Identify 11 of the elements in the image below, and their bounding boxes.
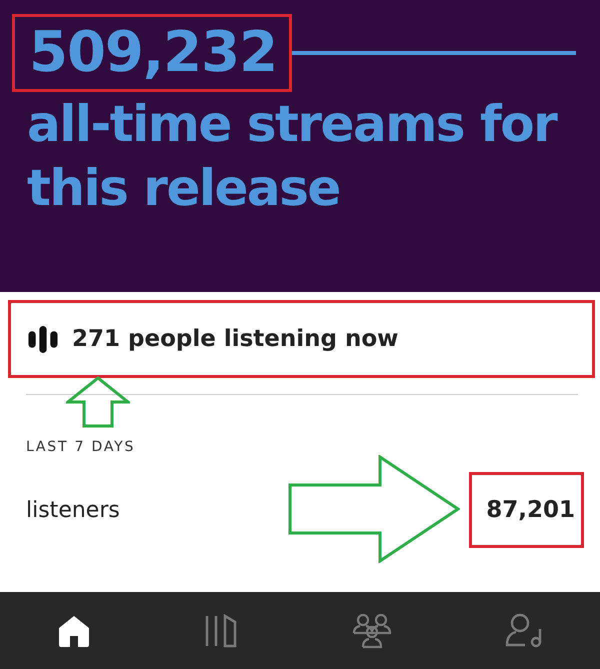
live-listeners-text: 271 people listening now (72, 326, 398, 352)
artist-icon (505, 612, 544, 648)
people-icon (352, 612, 392, 648)
stream-count: 509,232 (12, 14, 292, 92)
stat-label: listeners (26, 498, 120, 522)
home-icon (56, 614, 91, 648)
stat-value: 87,201 (469, 472, 584, 548)
library-icon (204, 614, 238, 648)
equalizer-icon (28, 326, 58, 352)
period-label: LAST 7 DAYS (26, 439, 136, 455)
stream-caption: all-time streams for this release (26, 94, 558, 219)
